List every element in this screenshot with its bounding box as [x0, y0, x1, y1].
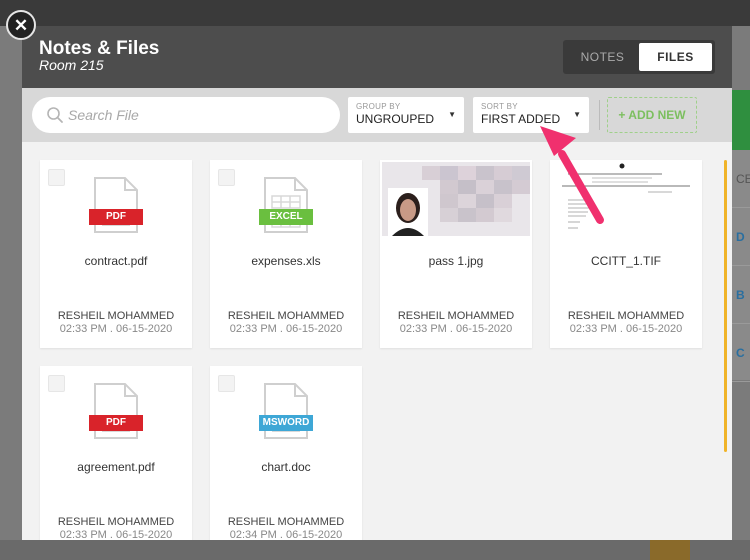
notes-files-modal: Notes & Files Room 215 NOTES FILES GROUP… — [22, 26, 732, 540]
background-side-item: D — [730, 208, 750, 266]
file-type-badge: PDF — [89, 209, 143, 225]
search-icon — [47, 107, 63, 123]
file-select-checkbox[interactable] — [48, 169, 65, 186]
image-thumbnail — [382, 162, 530, 236]
file-owner: RESHEIL MOHAMMED — [227, 516, 345, 528]
document-icon — [264, 383, 308, 439]
file-grid: PDF contract.pdf RESHEIL MOHAMMED 02:33 … — [22, 142, 732, 540]
close-icon[interactable]: ✕ — [6, 10, 36, 40]
caret-down-icon: ▼ — [448, 110, 456, 119]
background-topbar — [0, 0, 750, 26]
file-name: agreement.pdf — [77, 460, 155, 474]
file-card[interactable]: EXCEL expenses.xls RESHEIL MOHAMMED 02:3… — [210, 160, 362, 348]
search-input[interactable] — [68, 107, 318, 123]
file-select-checkbox[interactable] — [218, 169, 235, 186]
file-owner: RESHEIL MOHAMMED — [397, 310, 515, 322]
file-date: 02:33 PM . 06-15-2020 — [229, 323, 343, 335]
file-owner: RESHEIL MOHAMMED — [227, 310, 345, 322]
tab-notes[interactable]: NOTES — [566, 43, 639, 71]
background-side-list: CE D B C — [730, 150, 750, 382]
file-owner: RESHEIL MOHAMMED — [57, 516, 175, 528]
file-type-badge: MSWORD — [259, 415, 313, 431]
file-select-checkbox[interactable] — [48, 375, 65, 392]
file-name: CCITT_1.TIF — [590, 254, 661, 268]
file-date: 02:33 PM . 06-15-2020 — [569, 323, 683, 335]
add-new-button[interactable]: + ADD NEW — [607, 97, 697, 133]
document-icon — [94, 383, 138, 439]
background-green-strip — [730, 90, 750, 150]
background-side-item: CE — [730, 150, 750, 208]
background-bottom-bar — [0, 540, 750, 560]
file-name: chart.doc — [261, 460, 311, 474]
file-card[interactable]: MSWORD chart.doc RESHEIL MOHAMMED 02:34 … — [210, 366, 362, 540]
file-date: 02:33 PM . 06-15-2020 — [59, 529, 173, 540]
file-card[interactable]: PDF agreement.pdf RESHEIL MOHAMMED 02:33… — [40, 366, 192, 540]
file-owner: RESHEIL MOHAMMED — [567, 310, 685, 322]
file-card[interactable]: pass 1.jpg RESHEIL MOHAMMED 02:33 PM . 0… — [380, 160, 532, 348]
file-date: 02:33 PM . 06-15-2020 — [59, 323, 173, 335]
file-select-checkbox[interactable] — [218, 375, 235, 392]
file-type-badge: PDF — [89, 415, 143, 431]
file-name: contract.pdf — [84, 254, 148, 268]
file-card[interactable]: PDF contract.pdf RESHEIL MOHAMMED 02:33 … — [40, 160, 192, 348]
file-date: 02:33 PM . 06-15-2020 — [399, 323, 513, 335]
document-icon — [94, 177, 138, 233]
tab-files[interactable]: FILES — [639, 43, 712, 71]
search-box — [32, 97, 340, 133]
file-date: 02:34 PM . 06-15-2020 — [229, 529, 343, 540]
file-owner: RESHEIL MOHAMMED — [57, 310, 175, 322]
file-toolbar: GROUP BY UNGROUPED ▼ SORT BY FIRST ADDED… — [22, 88, 732, 142]
file-name: expenses.xls — [251, 254, 321, 268]
background-bottom-accent — [650, 540, 690, 560]
view-toggle: NOTES FILES — [563, 40, 715, 74]
file-type-badge: EXCEL — [259, 209, 313, 225]
background-side-item: B — [730, 266, 750, 324]
modal-subtitle: Room 215 — [39, 57, 104, 73]
group-by-select[interactable]: GROUP BY UNGROUPED ▼ — [348, 97, 464, 133]
file-name: pass 1.jpg — [428, 254, 484, 268]
passport-photo-thumbnail — [382, 162, 530, 236]
vertical-scrollbar[interactable] — [724, 160, 727, 452]
spreadsheet-icon — [264, 177, 308, 233]
annotation-arrow-icon — [540, 126, 604, 224]
modal-header: Notes & Files Room 215 NOTES FILES — [22, 26, 732, 88]
background-side-item: C — [730, 324, 750, 382]
